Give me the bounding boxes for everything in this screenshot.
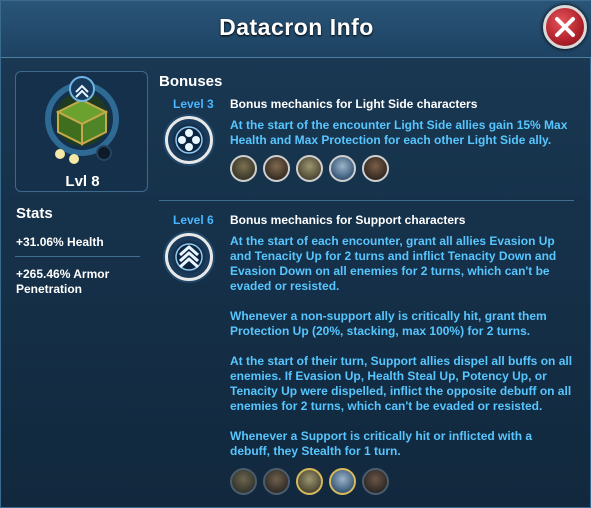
bonus-level-6-description: At the start of each encounter, grant al… [230,234,575,459]
bonus-level-6-portraits [230,468,389,495]
bonus-level-6-paragraph-1: At the start of each encounter, grant al… [230,234,557,293]
character-portrait[interactable] [230,468,257,495]
bonus-level-6-paragraph-4: Whenever a Support is critically hit or … [230,429,533,458]
title-bar: Datacron Info [1,1,591,58]
close-button[interactable] [543,5,587,49]
character-portrait[interactable] [230,155,257,182]
stat-armor-penetration: +265.46% Armor Penetration [16,267,110,296]
bonus-level-6-title: Bonus mechanics for Support characters [230,213,466,227]
stat-health: +31.06% Health [16,235,104,249]
bonus-divider [159,200,574,201]
stats-divider [15,256,140,257]
support-chevrons-icon [165,233,213,281]
character-portrait[interactable] [296,155,323,182]
bonus-level-3-title: Bonus mechanics for Light Side character… [230,97,478,111]
character-portrait[interactable] [362,155,389,182]
bonus-level-3-label: Level 3 [173,97,214,111]
character-portrait[interactable] [296,468,323,495]
bonus-level-6-label: Level 6 [173,213,214,227]
bonus-level-3-paragraph: At the start of the encounter Light Side… [230,118,568,147]
datacron-cube-icon [45,76,119,164]
bonus-level-3-portraits [230,155,389,182]
bonus-level-3-description: At the start of the encounter Light Side… [230,118,575,148]
character-portrait[interactable] [329,155,356,182]
datacron-level: Lvl 8 [65,173,100,190]
bonuses-heading: Bonuses [159,73,223,90]
character-portrait[interactable] [362,468,389,495]
datacron-info-panel: Datacron Info Lvl 8 Stats +31.06% Health… [0,0,591,508]
datacron-icon-frame: Lvl 8 [15,71,148,192]
bonus-level-6-paragraph-3: At the start of their turn, Support alli… [230,354,573,413]
stats-heading: Stats [16,205,53,222]
character-portrait[interactable] [263,468,290,495]
character-portrait[interactable] [329,468,356,495]
window-title: Datacron Info [219,14,374,40]
character-portrait[interactable] [263,155,290,182]
light-side-emblem-icon [165,116,213,164]
bonus-level-6-paragraph-2: Whenever a non-support ally is criticall… [230,309,547,338]
